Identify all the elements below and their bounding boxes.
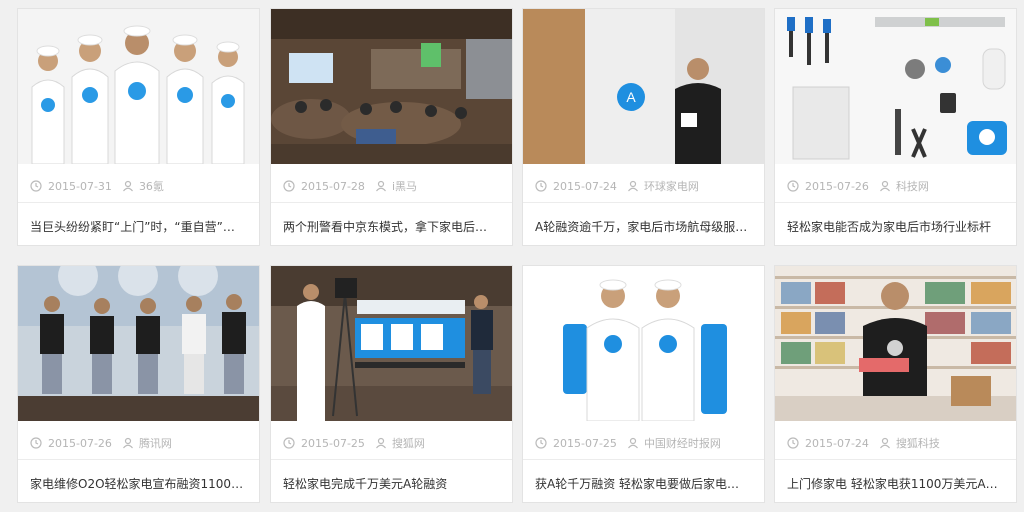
news-thumbnail[interactable]: A [523,9,764,164]
news-meta: 2015-07-24 搜狐科技 [787,435,940,451]
clock-icon [283,180,295,192]
news-meta: 2015-07-26 腾讯网 [30,435,172,451]
clock-icon [30,180,42,192]
clock-icon [787,437,799,449]
clock-icon [283,437,295,449]
user-icon [879,180,890,192]
card-divider [271,459,512,460]
news-card[interactable]: 2015-07-25 搜狐网 轻松家电完成千万美元A轮融资 [270,265,513,503]
news-date: 2015-07-26 [805,179,869,193]
news-source[interactable]: 搜狐网 [392,435,425,451]
news-title[interactable]: 上门修家电 轻松家电获1100万美元A轮融资 [787,475,1002,492]
news-card[interactable]: 2015-07-28 i黑马 两个刑警看中京东模式，拿下家电后市场 [270,8,513,246]
news-thumbnail[interactable] [271,9,512,164]
news-date: 2015-07-31 [48,179,112,193]
news-meta: 2015-07-31 36氪 [30,178,164,194]
news-card[interactable]: 2015-07-31 36氪 当巨头纷纷紧盯“上门”时，“重自营”的轻松家电能否… [17,8,260,246]
card-divider [18,459,259,460]
news-date: 2015-07-25 [301,436,365,450]
news-source[interactable]: i黑马 [392,178,417,194]
user-icon [122,180,133,192]
clock-icon [30,437,42,449]
news-card[interactable]: 2015-07-26 科技网 轻松家电能否成为家电后市场行业标杆 [774,8,1017,246]
news-thumbnail[interactable] [271,266,512,421]
news-source[interactable]: 中国财经时报网 [644,435,721,451]
news-source[interactable]: 环球家电网 [644,178,699,194]
user-icon [375,437,386,449]
news-meta: 2015-07-26 科技网 [787,178,929,194]
svg-text:A: A [626,89,636,105]
news-thumbnail[interactable] [18,9,259,164]
news-meta: 2015-07-28 i黑马 [283,178,417,194]
news-meta: 2015-07-25 中国财经时报网 [535,435,721,451]
news-title[interactable]: 当巨头纷纷紧盯“上门”时，“重自营”的轻松家电能否突围 [30,218,245,235]
news-date: 2015-07-28 [301,179,365,193]
news-card[interactable]: 2015-07-26 腾讯网 家电维修O2O轻松家电宣布融资1100万美元 [17,265,260,503]
news-title[interactable]: 家电维修O2O轻松家电宣布融资1100万美元 [30,475,245,492]
news-title[interactable]: A轮融资逾千万，家电后市场航母级服务平台 [535,218,750,235]
news-title[interactable]: 获A轮千万融资 轻松家电要做后家电时代 [535,475,750,492]
news-card[interactable]: 2015-07-24 搜狐科技 上门修家电 轻松家电获1100万美元A轮融资 [774,265,1017,503]
user-icon [627,437,638,449]
news-source[interactable]: 搜狐科技 [896,435,940,451]
card-divider [271,202,512,203]
news-date: 2015-07-24 [805,436,869,450]
news-thumbnail[interactable] [523,266,764,421]
card-divider [523,459,764,460]
user-icon [375,180,386,192]
news-title[interactable]: 轻松家电能否成为家电后市场行业标杆 [787,218,1002,235]
clock-icon [535,437,547,449]
news-card[interactable]: 2015-07-25 中国财经时报网 获A轮千万融资 轻松家电要做后家电时代 [522,265,765,503]
news-date: 2015-07-25 [553,436,617,450]
card-divider [18,202,259,203]
news-date: 2015-07-26 [48,436,112,450]
news-card[interactable]: A 2015-07-24 环球家电网 A轮融资逾千万，家电后市场航母级服务平台 [522,8,765,246]
news-meta: 2015-07-25 搜狐网 [283,435,425,451]
news-source[interactable]: 科技网 [896,178,929,194]
news-title[interactable]: 两个刑警看中京东模式，拿下家电后市场 [283,218,498,235]
user-icon [627,180,638,192]
card-divider [523,202,764,203]
news-source[interactable]: 腾讯网 [139,435,172,451]
news-thumbnail[interactable] [18,266,259,421]
news-grid: 2015-07-31 36氪 当巨头纷纷紧盯“上门”时，“重自营”的轻松家电能否… [17,8,1017,512]
news-meta: 2015-07-24 环球家电网 [535,178,699,194]
news-source[interactable]: 36氪 [139,178,164,194]
card-divider [775,459,1016,460]
news-thumbnail[interactable] [775,266,1016,421]
card-divider [775,202,1016,203]
news-title[interactable]: 轻松家电完成千万美元A轮融资 [283,475,498,492]
user-icon [879,437,890,449]
clock-icon [787,180,799,192]
news-thumbnail[interactable] [775,9,1016,164]
clock-icon [535,180,547,192]
user-icon [122,437,133,449]
news-date: 2015-07-24 [553,179,617,193]
